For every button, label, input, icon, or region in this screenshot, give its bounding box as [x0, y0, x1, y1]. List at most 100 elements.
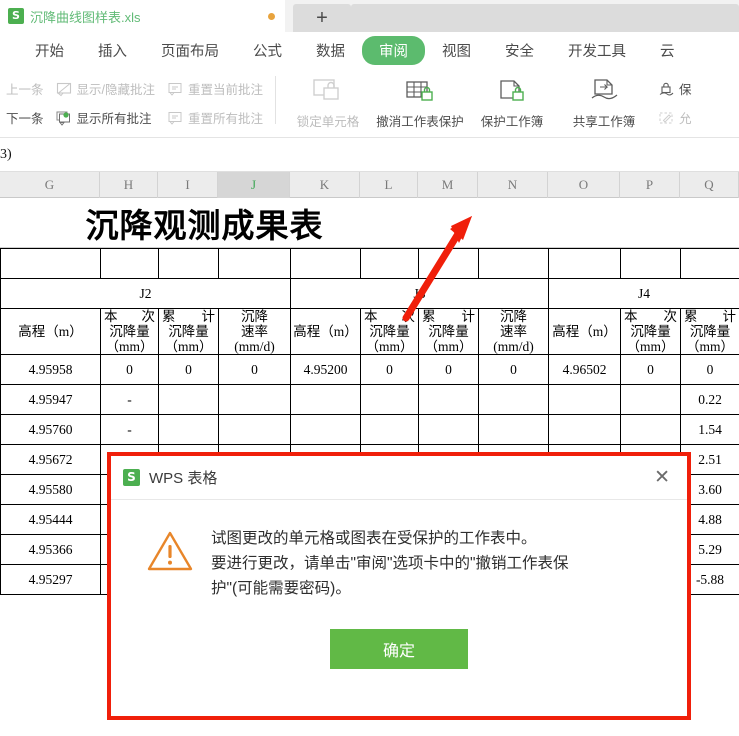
- data-cell[interactable]: [620, 384, 681, 416]
- data-cell[interactable]: 4.95580: [0, 474, 101, 506]
- data-cell[interactable]: 0: [100, 354, 159, 386]
- dialog-actions: 确定: [111, 629, 687, 670]
- column-header-h[interactable]: H: [100, 172, 158, 198]
- empty-cell[interactable]: [680, 248, 739, 279]
- data-cell[interactable]: [218, 384, 291, 416]
- empty-cell[interactable]: [478, 248, 549, 279]
- new-tab-button[interactable]: +: [293, 4, 351, 32]
- data-cell[interactable]: [290, 414, 361, 446]
- tab-review[interactable]: 审阅: [362, 35, 425, 65]
- sheet-title-row: 沉降观测成果表: [0, 198, 739, 248]
- data-cell[interactable]: [218, 414, 291, 446]
- tab-dev-tools[interactable]: 开发工具: [551, 36, 643, 65]
- prev-comment-label: 上一条: [6, 83, 44, 97]
- column-header-m[interactable]: M: [418, 172, 478, 198]
- tab-insert[interactable]: 插入: [81, 36, 144, 65]
- data-cell[interactable]: [478, 414, 549, 446]
- unprotect-sheet-icon: [406, 80, 433, 101]
- data-cell[interactable]: 0: [158, 354, 219, 386]
- data-cell[interactable]: 0: [478, 354, 549, 386]
- data-cell[interactable]: 4.95958: [0, 354, 101, 386]
- data-cell[interactable]: [158, 384, 219, 416]
- show-all-comments-button[interactable]: 显示所有批注: [52, 106, 159, 129]
- tab-security[interactable]: 安全: [488, 36, 551, 65]
- empty-cell[interactable]: [0, 248, 101, 279]
- header-j3-settlement-rate: 沉降 速率 (mm/d): [478, 307, 549, 356]
- data-cell[interactable]: 0: [360, 354, 419, 386]
- reset-comment-label: 重置当前批注: [188, 83, 264, 97]
- data-cell[interactable]: 4.95947: [0, 384, 101, 416]
- data-cell[interactable]: 0: [680, 354, 739, 386]
- data-cell[interactable]: 4.95366: [0, 534, 101, 566]
- document-tab[interactable]: S 沉降曲线图样表.xls: [0, 0, 285, 32]
- empty-cell[interactable]: [360, 248, 419, 279]
- prev-comment-button[interactable]: 上一条: [2, 77, 48, 100]
- data-cell[interactable]: 0.22: [680, 384, 739, 416]
- tab-cloud[interactable]: 云: [643, 36, 692, 65]
- formula-bar[interactable]: 3): [0, 138, 739, 172]
- data-cell[interactable]: [478, 384, 549, 416]
- data-cell[interactable]: -: [100, 414, 159, 446]
- empty-cell[interactable]: [290, 248, 361, 279]
- column-header-o[interactable]: O: [548, 172, 620, 198]
- tab-start[interactable]: 开始: [18, 36, 81, 65]
- data-cell[interactable]: 0: [418, 354, 479, 386]
- empty-cell[interactable]: [418, 248, 479, 279]
- protect-workbook-button[interactable]: 保护工作簿: [466, 68, 558, 137]
- allow-edit-ranges-button[interactable]: 允: [654, 106, 696, 129]
- close-icon[interactable]: ✕: [651, 466, 673, 489]
- data-cell[interactable]: 4.96502: [548, 354, 621, 386]
- data-cell[interactable]: [620, 414, 681, 446]
- column-header-row: GHIJKLMNOPQ: [0, 172, 739, 198]
- unsaved-dot-icon: [268, 12, 275, 20]
- reset-comment-button[interactable]: 重置当前批注: [163, 77, 267, 100]
- column-header-q[interactable]: Q: [680, 172, 739, 198]
- warning-icon: [147, 531, 193, 571]
- share-workbook-button[interactable]: 共享工作簿: [558, 68, 650, 137]
- dialog-message-line-2: 要进行更改，请单击"审阅"选项卡中的"撤销工作表保: [211, 555, 569, 573]
- data-cell[interactable]: -: [100, 384, 159, 416]
- empty-cell[interactable]: [218, 248, 291, 279]
- data-cell[interactable]: 4.95760: [0, 414, 101, 446]
- column-label-row: 高程（m）本次沉降量 （mm）累计沉降量 （mm） 沉降 速率 (mm/d) 高程（m）本次…: [0, 307, 739, 356]
- data-cell[interactable]: 4.95297: [0, 564, 101, 596]
- column-header-k[interactable]: K: [290, 172, 360, 198]
- data-cell[interactable]: [548, 414, 621, 446]
- data-cell[interactable]: [418, 384, 479, 416]
- tab-data[interactable]: 数据: [299, 36, 362, 65]
- column-header-l[interactable]: L: [360, 172, 418, 198]
- data-cell[interactable]: 0: [620, 354, 681, 386]
- data-cell[interactable]: [290, 384, 361, 416]
- column-header-j[interactable]: J: [218, 172, 290, 198]
- column-header-n[interactable]: N: [478, 172, 548, 198]
- data-cell[interactable]: 4.95444: [0, 504, 101, 536]
- empty-cell[interactable]: [158, 248, 219, 279]
- table-row: 4.95760- 1.54: [0, 414, 739, 446]
- empty-cell[interactable]: [100, 248, 159, 279]
- data-cell[interactable]: [158, 414, 219, 446]
- data-cell[interactable]: [360, 414, 419, 446]
- data-cell[interactable]: [548, 384, 621, 416]
- data-cell[interactable]: 4.95672: [0, 444, 101, 476]
- unprotect-sheet-button[interactable]: 撤消工作表保护: [374, 68, 466, 137]
- tab-view[interactable]: 视图: [425, 36, 488, 65]
- empty-cell[interactable]: [548, 248, 621, 279]
- empty-cell[interactable]: [620, 248, 681, 279]
- lock-cell-icon: [313, 78, 339, 100]
- data-cell[interactable]: 4.95200: [290, 354, 361, 386]
- toggle-comment-button[interactable]: 显示/隐藏批注: [52, 77, 159, 100]
- next-comment-button[interactable]: 下一条: [2, 106, 48, 129]
- data-cell[interactable]: [418, 414, 479, 446]
- ok-button[interactable]: 确定: [330, 629, 468, 670]
- column-header-i[interactable]: I: [158, 172, 218, 198]
- lock-cell-button[interactable]: 锁定单元格: [282, 68, 374, 137]
- data-cell[interactable]: 1.54: [680, 414, 739, 446]
- column-header-p[interactable]: P: [620, 172, 680, 198]
- tab-page-layout[interactable]: 页面布局: [144, 36, 236, 65]
- data-cell[interactable]: 0: [218, 354, 291, 386]
- data-cell[interactable]: [360, 384, 419, 416]
- reset-all-comments-button[interactable]: 重置所有批注: [163, 106, 267, 129]
- column-header-g[interactable]: G: [0, 172, 100, 198]
- protect-share-button[interactable]: 保: [654, 77, 696, 100]
- tab-formula[interactable]: 公式: [236, 36, 299, 65]
